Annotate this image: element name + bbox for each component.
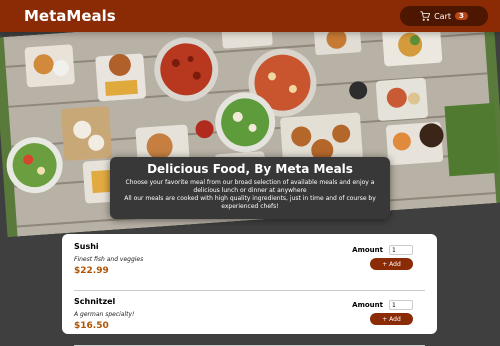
summary-text-2: All our meals are cooked with high quali… xyxy=(124,195,376,210)
amount-label: Amount xyxy=(352,246,383,254)
add-button[interactable]: + Add xyxy=(370,313,413,325)
summary-title: Delicious Food, By Meta Meals xyxy=(147,162,353,176)
amount-control: Amount xyxy=(352,300,413,310)
app-header: MetaMeals Cart 3 xyxy=(0,0,500,32)
amount-label: Amount xyxy=(352,301,383,309)
cart-button[interactable]: Cart 3 xyxy=(400,6,488,26)
summary-card: Delicious Food, By Meta Meals Choose you… xyxy=(110,157,390,219)
amount-control: Amount xyxy=(352,245,413,255)
summary-text-1: Choose your favorite meal from our broad… xyxy=(125,179,375,194)
brand-title: MetaMeals xyxy=(24,7,116,25)
amount-input[interactable] xyxy=(389,300,413,310)
meal-item: Schnitzel A german specialty! $16.50 Amo… xyxy=(74,297,425,346)
cart-icon xyxy=(420,11,431,21)
cart-label: Cart xyxy=(434,11,452,21)
meals-list: Sushi Finest fish and veggies $22.99 Amo… xyxy=(62,234,437,346)
meal-item: Sushi Finest fish and veggies $22.99 Amo… xyxy=(74,242,425,291)
amount-input[interactable] xyxy=(389,245,413,255)
add-button[interactable]: + Add xyxy=(370,258,413,270)
cart-badge: 3 xyxy=(455,12,468,20)
